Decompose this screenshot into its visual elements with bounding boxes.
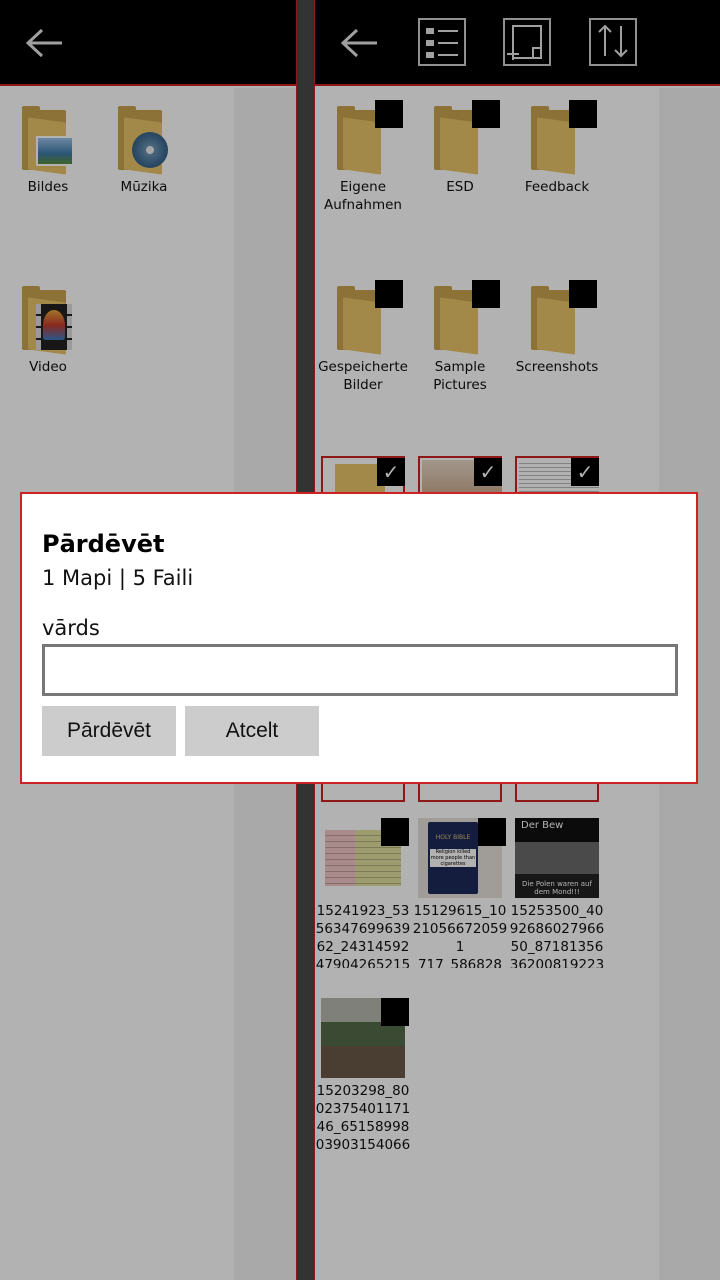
thumb-text: Die Polen waren auf dem Mond!!! xyxy=(522,880,592,896)
item-label: Gespeicherte Bilder xyxy=(318,359,408,393)
thumb-text: Religion killed more people than cigaret… xyxy=(430,849,476,867)
item-label: Mūzika xyxy=(120,179,168,195)
back-arrow-icon[interactable] xyxy=(16,18,72,68)
list-view-icon[interactable] xyxy=(418,18,466,66)
selected-check-icon[interactable]: ✓ xyxy=(377,458,405,486)
selection-checkbox[interactable] xyxy=(381,818,409,846)
item-label: Eigene Aufnahmen xyxy=(324,179,402,213)
video-folder-icon xyxy=(18,284,78,355)
selection-checkbox[interactable] xyxy=(375,100,403,128)
item-label: Feedback xyxy=(524,179,590,195)
select-area-icon[interactable] xyxy=(503,18,551,66)
cancel-button[interactable]: Atcelt xyxy=(185,706,319,756)
rename-button[interactable]: Pārdēvēt xyxy=(42,706,176,756)
file-item[interactable]: Der Bew Die Polen waren auf dem Mond!!! … xyxy=(509,818,605,968)
music-folder-icon xyxy=(114,104,174,175)
folder-gespeicherte-bilder[interactable]: Gespeicherte Bilder xyxy=(315,280,411,394)
folder-video[interactable]: Video xyxy=(0,284,96,376)
dialog-title: Pārdēvēt xyxy=(42,530,165,558)
name-input[interactable] xyxy=(42,644,678,696)
left-top-bar xyxy=(0,0,296,86)
item-label: ESD xyxy=(446,179,474,195)
item-label: 15129615_10210566720591 717_586828 96729… xyxy=(412,903,508,968)
folder-esd[interactable]: ESD xyxy=(412,100,508,196)
folder-screenshots[interactable]: Screenshots xyxy=(509,280,605,376)
pictures-folder-icon xyxy=(18,104,78,175)
selection-checkbox[interactable] xyxy=(375,280,403,308)
item-label: Bildes xyxy=(27,179,69,195)
selection-checkbox[interactable] xyxy=(569,280,597,308)
folder-muzika[interactable]: Mūzika xyxy=(96,104,192,196)
dialog-subtitle: 1 Mapi | 5 Faili xyxy=(42,566,194,590)
selected-check-icon[interactable]: ✓ xyxy=(474,458,502,486)
item-label: 15203298_8002375401171 46_65158998 03903… xyxy=(315,1083,411,1153)
image-thumbnail: Der Bew Die Polen waren auf dem Mond!!! xyxy=(515,818,599,898)
rename-dialog: Pārdēvēt 1 Mapi | 5 Faili vārds Pārdēvēt… xyxy=(20,492,698,784)
selected-check-icon[interactable]: ✓ xyxy=(571,458,599,486)
folder-sample-pictures[interactable]: Sample Pictures xyxy=(412,280,508,394)
thumb-text: HOLY BIBLE xyxy=(435,834,471,841)
selection-checkbox[interactable] xyxy=(472,100,500,128)
item-label: 15241923_5356347699639 62_24314592 47904… xyxy=(315,903,411,968)
item-label: Video xyxy=(29,359,67,375)
item-label: Sample Pictures xyxy=(433,359,487,393)
folder-eigene-aufnahmen[interactable]: Eigene Aufnahmen xyxy=(315,100,411,214)
thumb-text: Der Bew xyxy=(521,820,564,831)
item-label: 15253500_4092686027966 50_87181356 36200… xyxy=(509,903,605,968)
item-label: Screenshots xyxy=(515,359,599,375)
back-arrow-icon[interactable] xyxy=(331,18,387,68)
selection-checkbox[interactable] xyxy=(569,100,597,128)
file-item[interactable]: HOLY BIBLE Religion killed more people t… xyxy=(412,818,508,968)
right-top-bar xyxy=(315,0,720,86)
sort-icon[interactable] xyxy=(589,18,637,66)
file-item[interactable]: 15241923_5356347699639 62_24314592 47904… xyxy=(315,818,411,968)
selection-checkbox[interactable] xyxy=(478,818,506,846)
folder-bildes[interactable]: Bildes xyxy=(0,104,96,196)
folder-feedback[interactable]: Feedback xyxy=(509,100,605,196)
selection-checkbox[interactable] xyxy=(472,280,500,308)
file-item[interactable]: 15203298_8002375401171 46_65158998 03903… xyxy=(315,998,411,1154)
name-field-label: vārds xyxy=(42,616,100,640)
selection-checkbox[interactable] xyxy=(381,998,409,1026)
